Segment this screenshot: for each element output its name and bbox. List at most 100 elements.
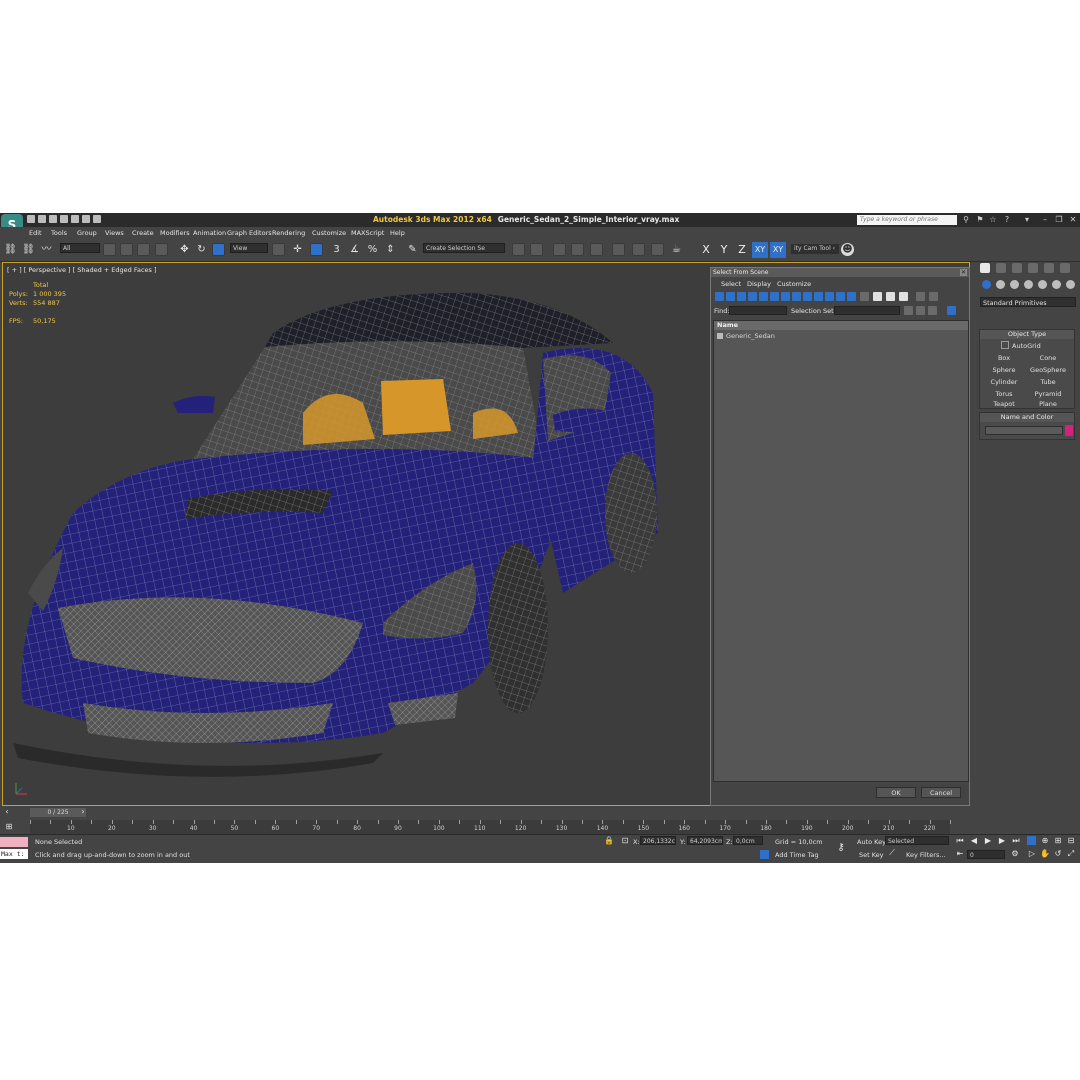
helpers-icon[interactable]: [1038, 280, 1047, 289]
time-configuration-icon[interactable]: ⚙: [1010, 849, 1020, 859]
menu-tools[interactable]: Tools: [51, 229, 67, 237]
x-coord-field[interactable]: 206,1332c: [640, 836, 676, 845]
geometry-icon[interactable]: [982, 280, 991, 289]
cone-button[interactable]: Cone: [1028, 353, 1068, 363]
maxscript-mini-listener[interactable]: [0, 837, 28, 847]
save-file-icon[interactable]: [49, 215, 57, 223]
geosphere-button[interactable]: GeoSphere: [1028, 365, 1068, 375]
sync-selection-icon[interactable]: [947, 306, 956, 315]
select-all-icon[interactable]: [904, 306, 913, 315]
track-bar-icon[interactable]: ⊞: [4, 822, 14, 832]
auto-key-button[interactable]: Auto Key: [857, 838, 886, 846]
primitive-category-dropdown[interactable]: Standard Primitives: [980, 297, 1076, 307]
slider-next-icon[interactable]: ›: [78, 807, 88, 817]
dialog-menu-display[interactable]: Display: [747, 280, 771, 288]
spinner-snap-icon[interactable]: ⇕: [384, 243, 397, 256]
menu-create[interactable]: Create: [132, 229, 154, 237]
box-button[interactable]: Box: [984, 353, 1024, 363]
next-frame-icon[interactable]: ▶: [997, 836, 1007, 846]
cameras-icon[interactable]: [1024, 280, 1033, 289]
render-icon[interactable]: ☻: [841, 243, 854, 256]
set-key-icon[interactable]: ⚷: [836, 843, 846, 853]
key-mode-dropdown[interactable]: Selected: [885, 836, 949, 845]
display-children-icon[interactable]: [886, 292, 895, 301]
teapot-button[interactable]: Teapot: [984, 399, 1024, 409]
display-lights-icon[interactable]: [737, 292, 746, 301]
tube-button[interactable]: Tube: [1028, 377, 1068, 387]
shapes-icon[interactable]: [996, 280, 1005, 289]
dialog-menu-customize[interactable]: Customize: [777, 280, 811, 288]
current-frame-field[interactable]: 0: [967, 850, 1005, 859]
help-icon[interactable]: ?: [1003, 216, 1011, 224]
key-filters-icon[interactable]: ⟋: [887, 848, 897, 858]
material-editor-icon[interactable]: [632, 243, 645, 256]
field-of-view-icon[interactable]: ▷: [1027, 849, 1037, 859]
key-filters-button[interactable]: Key Filters...: [906, 851, 946, 859]
display-xrefs-icon[interactable]: [792, 292, 801, 301]
select-and-manipulate-icon[interactable]: ✛: [291, 243, 304, 256]
menu-rendering[interactable]: Rendering: [272, 229, 305, 237]
sort-icon[interactable]: [929, 292, 938, 301]
snaps-toggle-icon[interactable]: 3: [330, 243, 343, 256]
open-file-icon[interactable]: [38, 215, 46, 223]
curve-editor-icon[interactable]: [590, 243, 603, 256]
cylinder-button[interactable]: Cylinder: [984, 377, 1024, 387]
unlink-icon[interactable]: ⛓: [22, 243, 35, 256]
z-coord-field[interactable]: 0,0cm: [733, 836, 763, 845]
select-object-icon[interactable]: [103, 243, 116, 256]
quick-access-dropdown-icon[interactable]: [93, 215, 101, 223]
restrict-y-button[interactable]: Y: [716, 242, 732, 258]
display-cameras-icon[interactable]: [748, 292, 757, 301]
orbit-icon[interactable]: ↺: [1053, 849, 1063, 859]
project-folder-icon[interactable]: [82, 215, 90, 223]
pan-view-icon[interactable]: ✋: [1040, 849, 1050, 859]
tab-modify-icon[interactable]: [996, 263, 1006, 273]
space-warps-icon[interactable]: [1052, 280, 1061, 289]
search-icon[interactable]: ⚲: [962, 216, 970, 224]
undo-icon[interactable]: [60, 215, 68, 223]
viewport-label-menu[interactable]: [ + ] [ Perspective ] [ Shaded + Edged F…: [7, 266, 157, 274]
display-none-icon[interactable]: [860, 292, 869, 301]
filter-icon[interactable]: [916, 292, 925, 301]
restrict-plane-cycle-button[interactable]: XY: [770, 242, 786, 258]
help-search-input[interactable]: Type a keyword or phrase: [857, 215, 957, 225]
display-frozen-icon[interactable]: [825, 292, 834, 301]
time-tag-icon[interactable]: [760, 850, 769, 859]
dialog-menu-select[interactable]: Select: [721, 280, 741, 288]
selection-filter-dropdown[interactable]: All: [60, 243, 100, 253]
sphere-button[interactable]: Sphere: [984, 365, 1024, 375]
menu-help[interactable]: Help: [390, 229, 405, 237]
menu-modifiers[interactable]: Modifiers: [160, 229, 190, 237]
menu-views[interactable]: Views: [105, 229, 124, 237]
object-name-field[interactable]: [985, 426, 1063, 435]
go-to-start-icon[interactable]: ⏮: [955, 836, 965, 846]
absolute-mode-icon[interactable]: ⊡: [620, 836, 630, 846]
zoom-extents-icon[interactable]: ⊞: [1053, 836, 1063, 846]
lock-selection-icon[interactable]: 🔒: [604, 836, 614, 846]
previous-frame-icon[interactable]: ◀: [969, 836, 979, 846]
maximize-icon[interactable]: ❐: [1055, 216, 1063, 224]
schematic-view-icon[interactable]: [612, 243, 625, 256]
select-and-move-icon[interactable]: ✥: [178, 243, 191, 256]
y-coord-field[interactable]: 64,2093cm: [687, 836, 723, 845]
track-bar[interactable]: 10 20 30 40 50 60 70 80 90 100 110 120 130 140 150 160 1…: [30, 820, 951, 834]
select-none-icon[interactable]: [916, 306, 925, 315]
select-and-scale-icon[interactable]: [212, 243, 225, 256]
maximize-viewport-icon[interactable]: ⤢: [1066, 849, 1076, 859]
zoom-all-icon[interactable]: ⊕: [1040, 836, 1050, 846]
mirror-icon[interactable]: [512, 243, 525, 256]
find-input[interactable]: [729, 306, 787, 315]
render-teapot-icon[interactable]: ☕: [670, 243, 683, 256]
display-influences-icon[interactable]: [899, 292, 908, 301]
plane-button[interactable]: Plane: [1028, 399, 1068, 409]
display-all-icon[interactable]: [847, 292, 856, 301]
play-icon[interactable]: ▶: [983, 836, 993, 846]
display-shapes-icon[interactable]: [726, 292, 735, 301]
percent-snap-icon[interactable]: %: [366, 243, 379, 256]
window-crossing-icon[interactable]: [155, 243, 168, 256]
select-and-link-icon[interactable]: ⛓: [4, 243, 17, 256]
maxscript-input[interactable]: Max t:: [0, 849, 28, 859]
camera-tool-field[interactable]: ity Cam Tool ‹: [791, 244, 839, 254]
display-helpers-icon[interactable]: [759, 292, 768, 301]
cancel-button[interactable]: Cancel: [921, 787, 961, 798]
